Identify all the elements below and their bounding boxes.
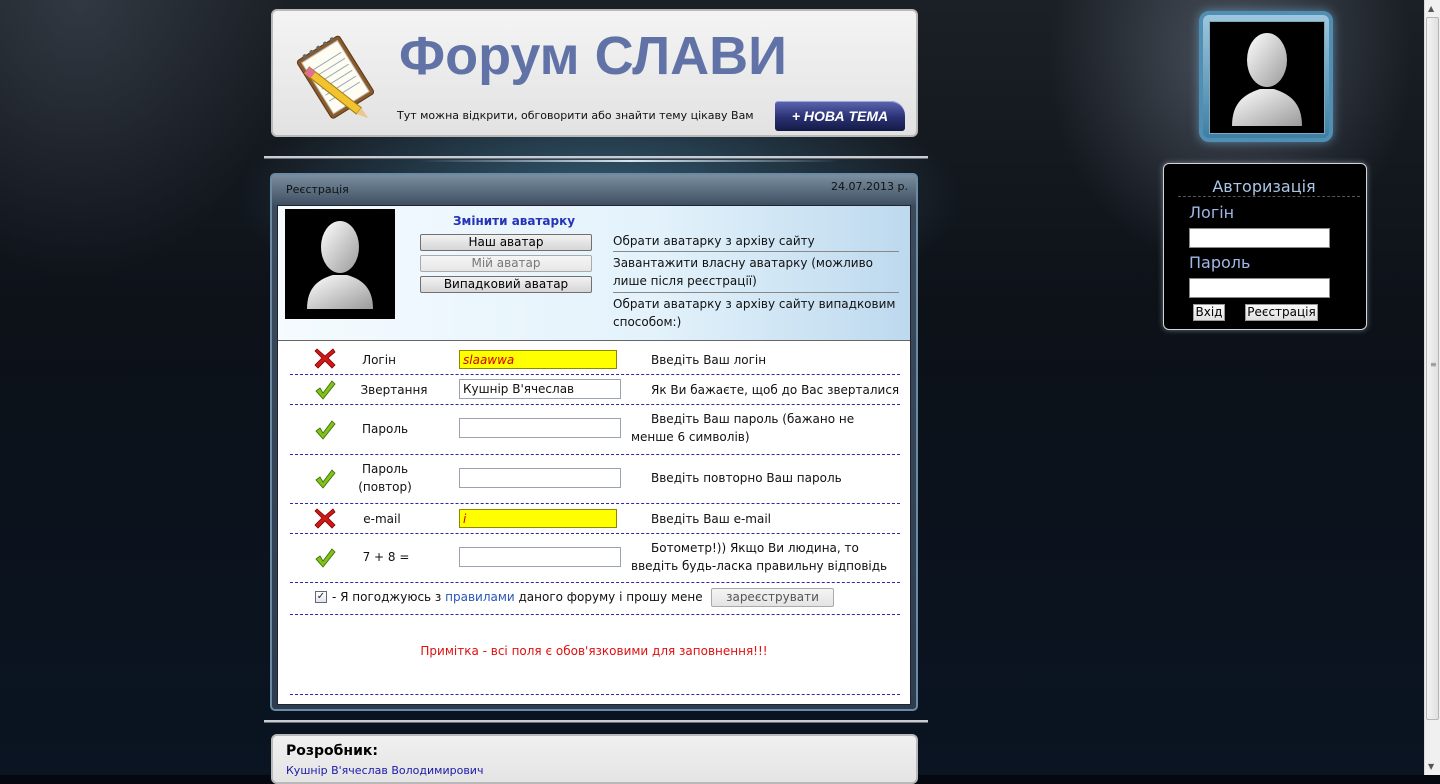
password-label: Пароль	[362, 422, 409, 436]
email-label: e-mail	[363, 512, 401, 526]
auth-register-button[interactable]: Реєстрація	[1245, 304, 1318, 321]
divider	[1178, 196, 1360, 197]
site-subtitle: Тут можна відкрити, обговорити або знайт…	[397, 109, 754, 122]
notepad-pencil-icon	[296, 35, 375, 119]
grip-icon: ≡	[1430, 360, 1437, 369]
login-input[interactable]	[459, 350, 617, 369]
form-row-captcha: 7 + 8 = Ботометр!)) Якщо Ви людина, то в…	[290, 533, 900, 583]
scrollbar-thumb[interactable]: ≡	[1426, 17, 1439, 720]
panel-content: Змінити аватарку Наш аватар Мій аватар В…	[277, 205, 911, 705]
avatar	[1209, 21, 1325, 134]
captcha-hint: Ботометр!)) Якщо Ви людина, то введіть б…	[631, 541, 888, 573]
auth-login-input[interactable]	[1189, 228, 1330, 248]
change-avatar-label: Змінити аватарку	[453, 214, 576, 228]
developer-name: Кушнір В'ячеслав Володимирович	[286, 764, 484, 777]
form-row-email: e-mail Введіть Ваш e-mail	[290, 503, 900, 534]
light-beam	[420, 160, 840, 162]
login-label: Логін	[362, 353, 396, 367]
scroll-up-arrow-icon[interactable]: ▲	[1428, 4, 1434, 13]
avatar-silhouette-icon	[1232, 33, 1302, 126]
divider	[290, 694, 900, 695]
our-avatar-button[interactable]: Наш аватар	[420, 234, 592, 251]
address-label: Звертання	[360, 383, 428, 397]
agree-checkbox[interactable]: ✓	[315, 591, 327, 603]
divider	[264, 720, 928, 722]
auth-box: Авторизація Логін Пароль Вхід Реєстрація	[1163, 163, 1367, 330]
login-hint: Введіть Ваш логін	[651, 353, 767, 367]
registration-panel: Реєстрація 24.07.2013 р. Змінити аватарк…	[270, 173, 918, 711]
email-input[interactable]	[459, 509, 617, 528]
auth-password-label: Пароль	[1189, 253, 1251, 272]
form-row-password-repeat: Пароль (повтор) Введіть повторно Ваш пар…	[290, 454, 900, 504]
error-cross-icon	[314, 508, 336, 529]
agreement-row: ✓ - Я погоджуюсь з правилами даного фору…	[290, 582, 900, 615]
auth-password-input[interactable]	[1189, 278, 1330, 298]
site-header: Форум СЛАВИ Тут можна відкрити, обговори…	[271, 9, 918, 137]
my-avatar-description: Завантажити власну аватарку (можливо лиш…	[613, 256, 874, 288]
site-footer: Розробник: Кушнір В'ячеслав Володимирови…	[271, 734, 918, 784]
address-hint: Як Ви бажаєте, щоб до Вас зверталися	[651, 383, 900, 397]
user-avatar-frame	[1199, 11, 1333, 142]
agreement-prefix: - Я погоджуюсь з	[332, 590, 446, 604]
avatar-silhouette-icon	[307, 221, 373, 309]
form-row-login: Логін Введіть Ваш логін	[290, 340, 900, 375]
form-row-address: Звертання Як Ви бажаєте, щоб до Вас звер…	[290, 374, 900, 405]
password-repeat-input[interactable]	[459, 468, 621, 488]
my-avatar-button[interactable]: Мій аватар	[420, 255, 592, 272]
scroll-down-arrow-icon[interactable]: ▼	[1428, 762, 1434, 771]
avatar-section: Змінити аватарку Наш аватар Мій аватар В…	[278, 206, 910, 341]
developer-title: Розробник:	[286, 743, 379, 759]
agreement-text: - Я погоджуюсь з правилами даного форуму…	[332, 590, 703, 604]
panel-title: Реєстрація	[286, 183, 349, 196]
random-avatar-button[interactable]: Випадковий аватар	[420, 276, 592, 293]
random-avatar-description: Обрати аватарку з архіву сайту випадкови…	[613, 297, 896, 329]
divider	[613, 292, 899, 293]
email-hint: Введіть Ваш e-mail	[651, 512, 771, 526]
password-input[interactable]	[459, 418, 621, 438]
new-topic-button[interactable]: + НОВА ТЕМА	[775, 101, 905, 131]
captcha-label: 7 + 8 =	[362, 550, 410, 564]
auth-title: Авторизація	[1212, 177, 1316, 196]
ok-check-icon	[315, 469, 336, 489]
ok-check-icon	[315, 548, 336, 568]
ok-check-icon	[315, 380, 336, 400]
auth-login-label: Логін	[1189, 203, 1235, 222]
avatar	[285, 209, 395, 319]
divider	[264, 156, 928, 158]
ok-check-icon	[315, 420, 336, 440]
password-hint: Введіть Ваш пароль (бажано не менше 6 си…	[631, 412, 855, 444]
form-row-password: Пароль Введіть Ваш пароль (бажано не мен…	[290, 404, 900, 455]
captcha-input[interactable]	[459, 547, 621, 567]
login-button[interactable]: Вхід	[1193, 304, 1225, 321]
password-repeat-hint: Введіть повторно Ваш пароль	[651, 471, 842, 485]
divider	[613, 251, 899, 252]
error-cross-icon	[314, 348, 336, 369]
password-repeat-label: Пароль (повтор)	[358, 462, 412, 494]
site-title: Форум СЛАВИ	[399, 26, 787, 86]
rules-link[interactable]: правилами	[445, 590, 515, 604]
address-input[interactable]	[459, 379, 621, 399]
required-note: Примітка - всі поля є обов'язковими для …	[420, 644, 768, 658]
register-button[interactable]: зареєструвати	[711, 588, 834, 607]
agreement-suffix: даного форуму і прошу мене	[514, 590, 703, 604]
our-avatar-description: Обрати аватарку з архіву сайту	[613, 234, 815, 248]
vertical-scrollbar[interactable]: ▲ ≡ ▼	[1424, 0, 1440, 775]
panel-date: 24.07.2013 р.	[831, 180, 908, 193]
